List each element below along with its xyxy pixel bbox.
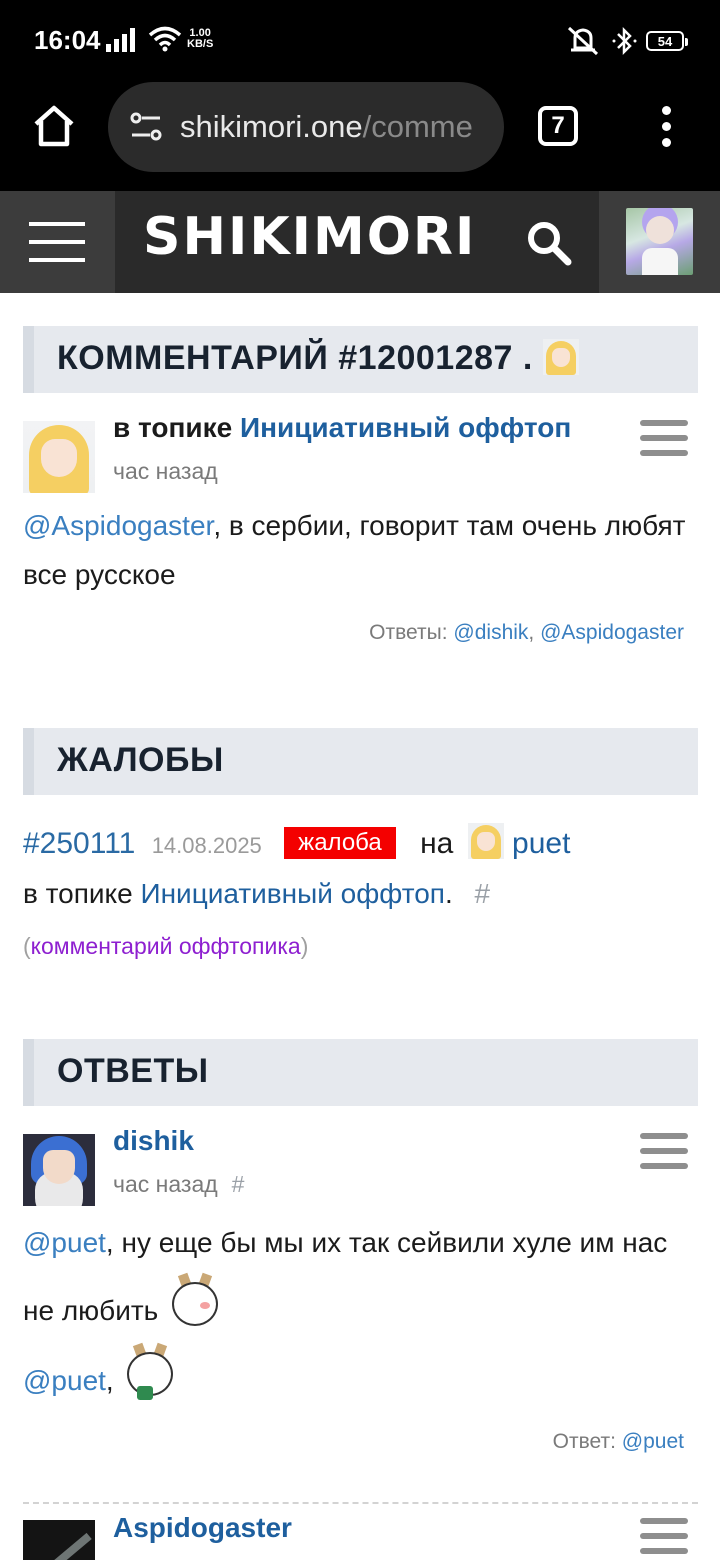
comment-replies: Ответы: @dishik, @Aspidogaster	[369, 621, 684, 644]
browser-toolbar: shikimori.one/comme 7	[0, 80, 720, 191]
bluetooth-icon	[612, 26, 637, 56]
reply-author-name[interactable]: dishik	[113, 1125, 194, 1157]
reply-menu-icon[interactable]	[640, 1133, 688, 1169]
mention-link[interactable]: @puet	[23, 1365, 106, 1396]
complaint-id-link[interactable]: #250111	[23, 827, 135, 860]
permalink-hash[interactable]: #	[475, 878, 491, 909]
site-logo[interactable]: SHIKIMORI	[143, 207, 476, 267]
sticker-tea	[121, 1342, 179, 1408]
status-bar: 16:04 1.00 KB/S 54	[0, 0, 720, 80]
reply-link[interactable]: @Aspidogaster	[540, 621, 684, 644]
comment-section-header: КОММЕНТАРИЙ #12001287 .	[23, 326, 698, 393]
section-title: ОТВЕТЫ	[57, 1052, 209, 1090]
complaint-user-avatar[interactable]	[467, 823, 504, 859]
mention-link[interactable]: @Aspidogaster	[23, 510, 213, 541]
comment-body: @Aspidogaster, в сербии, говорит там оче…	[23, 510, 686, 590]
reply-time: час назад #	[113, 1171, 245, 1197]
home-icon[interactable]	[30, 102, 78, 150]
user-avatar[interactable]	[626, 208, 693, 275]
mention-link[interactable]: @puet	[23, 1227, 106, 1258]
tab-switcher-button[interactable]: 7	[538, 106, 578, 146]
comment-topic-line: в топике Инициативный оффтоп	[113, 412, 572, 443]
reply-author-avatar[interactable]	[23, 1520, 95, 1560]
reply-divider	[23, 1502, 698, 1504]
status-time: 16:04	[34, 25, 101, 55]
wifi-icon	[148, 26, 182, 52]
address-bar[interactable]: shikimori.one/comme	[108, 82, 504, 172]
complaint-topic-line: в топике Инициативный оффтоп. #	[23, 878, 491, 909]
complaint-date: 14.08.2025	[151, 833, 262, 858]
permalink-hash[interactable]: #	[232, 1171, 245, 1197]
section-title: ЖАЛОБЫ	[57, 741, 224, 779]
section-title: КОММЕНТАРИЙ #12001287 .	[57, 339, 533, 377]
complaint-badge: жалоба	[284, 827, 396, 859]
search-icon[interactable]	[525, 219, 573, 267]
hamburger-menu-icon[interactable]	[0, 191, 115, 293]
comment-author-mini-avatar	[542, 339, 579, 375]
complaint-type-label: (комментарий оффтопика)	[23, 933, 309, 959]
reply-menu-icon[interactable]	[640, 1518, 688, 1560]
site-settings-icon[interactable]	[128, 109, 164, 145]
reply-body-second: @puet,	[23, 1342, 698, 1409]
answers-section-header: ОТВЕТЫ	[23, 1039, 698, 1106]
battery-indicator: 54	[646, 31, 688, 51]
reply-body: @puet, ну еще бы мы их так сейвили хуле …	[23, 1213, 698, 1340]
topic-link[interactable]: Инициативный оффтоп	[140, 878, 445, 909]
complaint-row: #250111 14.08.2025 жалоба на puet	[23, 823, 570, 861]
sticker-thinking	[166, 1272, 224, 1338]
url-text[interactable]: shikimori.one/comme	[180, 109, 485, 145]
more-menu-icon[interactable]	[655, 106, 677, 150]
comment-time: час назад	[113, 458, 218, 484]
signal-icon	[106, 28, 135, 52]
reply-author-name[interactable]: Aspidogaster	[113, 1512, 292, 1544]
reply-replies: Ответ: @puet	[552, 1430, 684, 1453]
net-speed: 1.00 KB/S	[187, 27, 214, 50]
complaint-user-link[interactable]: puet	[512, 827, 570, 860]
reply-link[interactable]: @dishik	[453, 621, 528, 644]
vibrate-off-icon	[567, 26, 599, 56]
complaints-section-header: ЖАЛОБЫ	[23, 728, 698, 795]
reply-author-avatar[interactable]	[23, 1134, 95, 1206]
logo-area: SHIKIMORI	[115, 191, 599, 293]
reply-link[interactable]: @puet	[622, 1430, 684, 1453]
topic-link[interactable]: Инициативный оффтоп	[240, 412, 571, 443]
comment-menu-icon[interactable]	[640, 420, 688, 456]
site-header: SHIKIMORI	[0, 191, 720, 293]
comment-author-avatar[interactable]	[23, 421, 95, 493]
